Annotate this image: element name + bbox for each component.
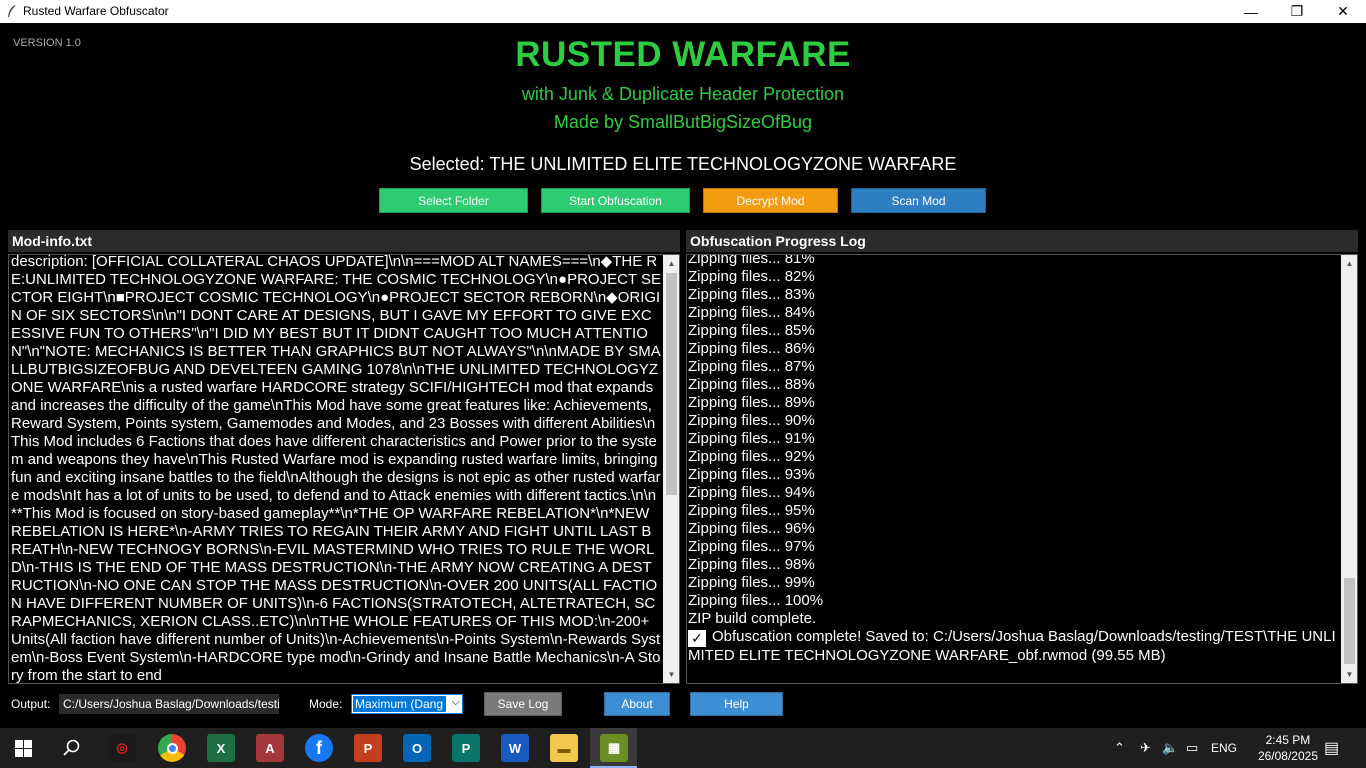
- decrypt-mod-button[interactable]: Decrypt Mod: [703, 188, 838, 213]
- powerpoint-icon[interactable]: P: [354, 734, 382, 762]
- maximize-button[interactable]: ❐: [1274, 0, 1320, 23]
- publisher-icon[interactable]: P: [452, 734, 480, 762]
- garena-icon[interactable]: ◎: [108, 734, 136, 762]
- log-header: Obfuscation Progress Log: [686, 230, 1358, 252]
- scroll-up-icon[interactable]: ▲: [663, 255, 679, 272]
- search-icon[interactable]: [63, 739, 81, 757]
- notification-icon[interactable]: ▤: [1324, 728, 1339, 768]
- log-complete-text: Obfuscation complete! Saved to: C:/Users…: [688, 628, 1336, 664]
- scroll-thumb[interactable]: [1344, 578, 1355, 664]
- file-explorer-icon[interactable]: ▬: [550, 734, 578, 762]
- facebook-icon[interactable]: f: [305, 734, 333, 762]
- access-icon[interactable]: A: [256, 734, 284, 762]
- modinfo-scrollbar[interactable]: ▲ ▼: [663, 255, 679, 683]
- save-log-button[interactable]: Save Log: [484, 692, 562, 716]
- chrome-icon[interactable]: [158, 734, 186, 762]
- scan-mod-button[interactable]: Scan Mod: [851, 188, 986, 213]
- select-folder-button[interactable]: Select Folder: [379, 188, 528, 213]
- modinfo-text: description: [OFFICIAL COLLATERAL CHAOS …: [11, 254, 662, 684]
- log-line: Zipping files... 83%: [688, 286, 815, 303]
- start-obfuscation-button[interactable]: Start Obfuscation: [541, 188, 690, 213]
- log-line: Zipping files... 99%: [688, 574, 815, 591]
- scroll-down-icon[interactable]: ▼: [663, 666, 679, 683]
- taskbar: ◎ X A f P O P W ▬ ▦ ⌃ ✈ 🔈 ▭ ENG 2:45 PM …: [0, 728, 1366, 768]
- feather-icon: [8, 5, 16, 17]
- log-line: Zipping files... 96%: [688, 520, 815, 537]
- log-complete-line: ✓ Obfuscation complete! Saved to: C:/User…: [688, 628, 1338, 665]
- subtitle-author: Made by SmallButBigSizeOfBug: [553, 112, 813, 132]
- log-line: Zipping files... 85%: [688, 322, 815, 339]
- subtitle-protection: with Junk & Duplicate Header Protection: [521, 84, 845, 104]
- log-line: Zipping files... 87%: [688, 358, 815, 375]
- clock[interactable]: 2:45 PM 26/08/2025: [1258, 732, 1318, 764]
- modinfo-header: Mod-info.txt: [8, 230, 680, 252]
- word-icon[interactable]: W: [501, 734, 529, 762]
- log-line: Zipping files... 90%: [688, 412, 815, 429]
- app-title: RUSTED WARFARE: [515, 35, 851, 74]
- log-line: Zipping files... 82%: [688, 268, 815, 285]
- help-button[interactable]: Help: [690, 692, 783, 716]
- log-line: Zipping files... 86%: [688, 340, 815, 357]
- volume-icon[interactable]: 🔈: [1162, 728, 1178, 768]
- log-line: Zipping files... 97%: [688, 538, 815, 555]
- clock-date: 26/08/2025: [1257, 749, 1318, 763]
- scroll-down-icon[interactable]: ▼: [1341, 666, 1357, 683]
- scroll-thumb[interactable]: [666, 273, 677, 495]
- battery-icon[interactable]: ▭: [1186, 728, 1198, 768]
- log-line: Zipping files... 89%: [688, 394, 815, 411]
- mode-selected-value: Maximum (Dang: [353, 696, 446, 712]
- outlook-icon[interactable]: O: [403, 734, 431, 762]
- checkmark-icon: ✓: [688, 630, 706, 647]
- selected-mod-label: Selected: THE UNLIMITED ELITE TECHNOLOGY…: [409, 154, 957, 174]
- scroll-up-icon[interactable]: ▲: [1341, 255, 1357, 272]
- log-line: Zipping files... 91%: [688, 430, 815, 447]
- log-line: Zipping files... 95%: [688, 502, 815, 519]
- log-lines: Zipping files... 81% Zipping files... 82%…: [688, 254, 1338, 665]
- obfuscator-app-icon[interactable]: ▦: [600, 734, 628, 762]
- mode-select[interactable]: Maximum (Dang ⌵: [351, 694, 463, 714]
- minimize-button[interactable]: —: [1228, 0, 1274, 23]
- app-body: VERSION 1.0 RUSTED WARFARE with Junk & D…: [0, 23, 1366, 725]
- output-label: Output:: [11, 697, 51, 711]
- network-icon[interactable]: ✈: [1140, 728, 1151, 768]
- windows-start-icon[interactable]: [15, 740, 32, 757]
- log-scrollbar[interactable]: ▲ ▼: [1341, 255, 1357, 683]
- excel-icon[interactable]: X: [207, 734, 235, 762]
- log-line: Zipping files... 92%: [688, 448, 815, 465]
- log-line: ZIP build complete.: [688, 610, 817, 627]
- modinfo-textbox[interactable]: description: [OFFICIAL COLLATERAL CHAOS …: [8, 254, 680, 684]
- about-button[interactable]: About: [604, 692, 670, 716]
- log-line: Zipping files... 81%: [688, 254, 815, 267]
- log-line: Zipping files... 94%: [688, 484, 815, 501]
- window-title: Rusted Warfare Obfuscator: [23, 4, 169, 18]
- title-bar: Rusted Warfare Obfuscator — ❐ ✕: [0, 0, 1366, 23]
- log-line: Zipping files... 100%: [688, 592, 824, 609]
- log-line: Zipping files... 88%: [688, 376, 815, 393]
- log-line: Zipping files... 84%: [688, 304, 815, 321]
- output-path-field[interactable]: C:/Users/Joshua Baslag/Downloads/testi: [59, 694, 279, 714]
- chevron-down-icon[interactable]: ⌵: [452, 696, 460, 709]
- close-button[interactable]: ✕: [1320, 0, 1366, 23]
- log-line: Zipping files... 98%: [688, 556, 815, 573]
- clock-time: 2:45 PM: [1265, 733, 1311, 747]
- language-indicator[interactable]: ENG: [1211, 728, 1237, 768]
- tray-chevron-icon[interactable]: ⌃: [1114, 728, 1125, 768]
- mode-label: Mode:: [309, 697, 343, 711]
- log-textbox[interactable]: Zipping files... 81% Zipping files... 82%…: [686, 254, 1358, 684]
- log-line: Zipping files... 93%: [688, 466, 815, 483]
